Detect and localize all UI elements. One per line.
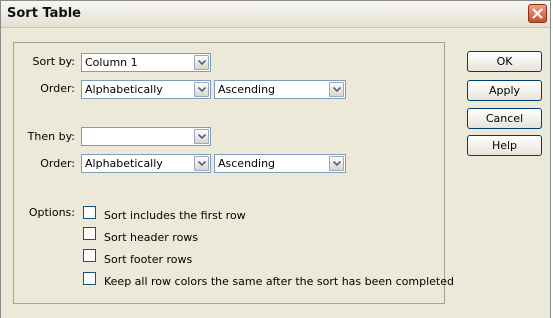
chevron-down-icon[interactable] <box>194 82 209 97</box>
dialog-title: Sort Table <box>7 6 81 21</box>
first-row-label: Sort includes the first row <box>104 209 246 222</box>
close-button[interactable] <box>528 4 547 23</box>
then-order-direction-select[interactable]: Ascending <box>214 154 346 173</box>
then-order-label: Order: <box>40 157 75 170</box>
sort-table-dialog: Sort Table Sort by: Column 1 Order: Alph… <box>0 0 551 318</box>
order-type-value: Alphabetically <box>85 83 163 96</box>
then-by-label: Then by: <box>27 130 75 143</box>
then-order-type-value: Alphabetically <box>85 157 163 170</box>
sort-by-value: Column 1 <box>85 56 138 69</box>
order-direction-select[interactable]: Ascending <box>214 80 346 99</box>
chevron-down-icon[interactable] <box>329 156 344 171</box>
footer-rows-label: Sort footer rows <box>104 253 193 266</box>
chevron-down-icon[interactable] <box>329 82 344 97</box>
ok-button[interactable]: OK <box>467 51 542 72</box>
order-direction-value: Ascending <box>218 83 276 96</box>
then-order-direction-value: Ascending <box>218 157 276 170</box>
then-by-select[interactable] <box>81 127 211 146</box>
header-rows-checkbox[interactable] <box>83 227 96 240</box>
help-button[interactable]: Help <box>467 135 542 156</box>
footer-rows-checkbox[interactable] <box>83 249 96 262</box>
first-row-checkbox[interactable] <box>83 206 96 219</box>
keep-row-colors-checkbox[interactable] <box>83 272 96 285</box>
apply-button[interactable]: Apply <box>467 80 542 101</box>
sort-by-select[interactable]: Column 1 <box>81 53 211 72</box>
order-label: Order: <box>40 82 75 95</box>
header-rows-label: Sort header rows <box>104 231 199 244</box>
then-order-type-select[interactable]: Alphabetically <box>81 154 211 173</box>
cancel-button[interactable]: Cancel <box>467 108 542 129</box>
order-type-select[interactable]: Alphabetically <box>81 80 211 99</box>
sort-by-label: Sort by: <box>32 55 75 68</box>
title-bar: Sort Table <box>1 1 550 28</box>
close-icon <box>532 8 543 19</box>
keep-row-colors-label: Keep all row colors the same after the s… <box>104 275 454 288</box>
options-label: Options: <box>28 206 75 219</box>
chevron-down-icon[interactable] <box>194 55 209 70</box>
chevron-down-icon[interactable] <box>194 156 209 171</box>
chevron-down-icon[interactable] <box>194 129 209 144</box>
